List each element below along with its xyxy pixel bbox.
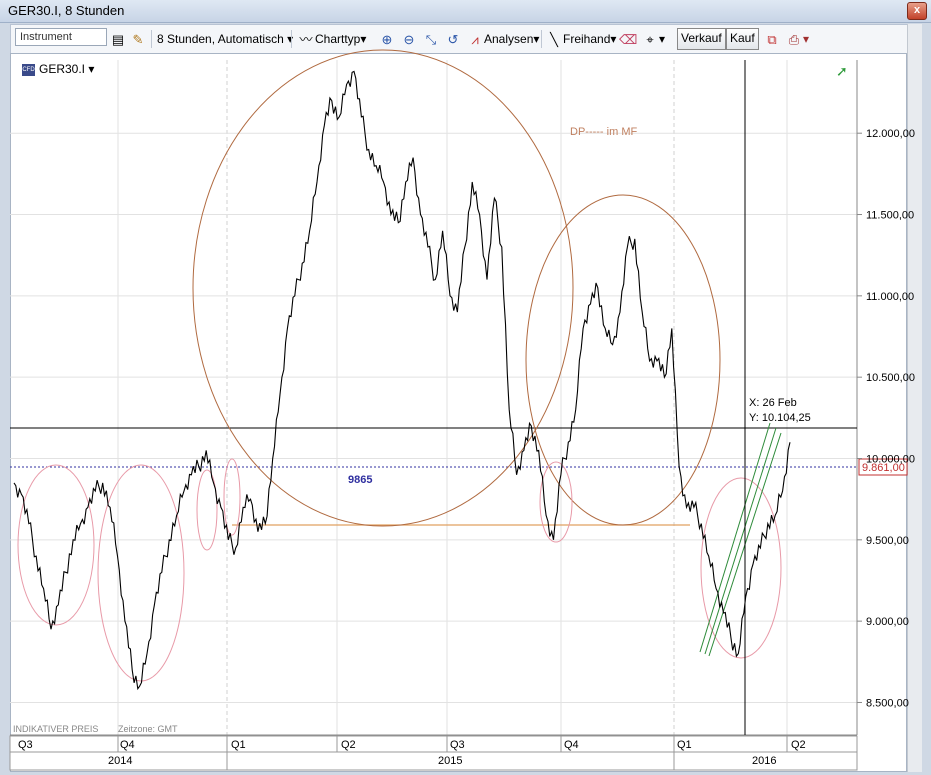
- reset-icon[interactable]: ↺: [444, 29, 462, 49]
- chart-toolbar: Instrument ▤ ✎ 8 Stunden, Automatisch ▾ …: [10, 24, 909, 54]
- symbol-label: GER30.I: [39, 62, 86, 76]
- analyses-icon: ⩘: [471, 31, 479, 47]
- zoom-out-icon[interactable]: ⊖: [400, 29, 418, 49]
- pen-line-icon: ╲: [550, 31, 558, 47]
- cfd-icon: CFD: [22, 63, 35, 76]
- chevron-down-icon: ▾: [533, 32, 540, 46]
- separator: [541, 30, 542, 48]
- fit-icon[interactable]: ⤡: [422, 29, 440, 49]
- crosshair-icon: ⌖: [646, 31, 654, 47]
- chart-settings-icon[interactable]: ⧉: [763, 29, 781, 49]
- timeframe-label: 8 Stunden,: [157, 32, 216, 46]
- line-chart-icon: 〰: [299, 31, 313, 47]
- chart-panel: [10, 53, 907, 772]
- close-button[interactable]: x: [907, 2, 927, 20]
- chevron-down-icon: ▾: [659, 32, 666, 46]
- chevron-down-icon: ▾: [360, 32, 367, 46]
- print-icon[interactable]: ⎙ ▾: [785, 29, 809, 49]
- freehand-label: Freihand: [563, 32, 611, 46]
- freehand-dropdown[interactable]: ╲ Freihand▾: [545, 29, 616, 49]
- chevron-down-icon: ▾: [88, 62, 95, 76]
- indicator-icon[interactable]: ✎: [129, 29, 147, 49]
- eraser-icon[interactable]: ⌫: [619, 29, 637, 49]
- separator: [291, 30, 292, 48]
- chevron-down-icon: ▾: [610, 32, 617, 46]
- timeframe-dropdown[interactable]: 8 Stunden, Automatisch ▾: [157, 29, 293, 49]
- scrollbar[interactable]: [907, 24, 922, 772]
- symbol-selector[interactable]: CFD GER30.I ▾: [22, 62, 94, 76]
- sell-button[interactable]: Verkauf: [677, 28, 726, 50]
- chevron-down-icon: ▾: [803, 32, 810, 46]
- zoom-in-icon[interactable]: ⊕: [378, 29, 396, 49]
- instrument-input[interactable]: Instrument: [15, 28, 107, 46]
- charttype-dropdown[interactable]: 〰 Charttyp▾: [297, 29, 366, 49]
- analyses-dropdown[interactable]: ⩘ Analysen▾: [466, 29, 539, 49]
- separator: [151, 30, 152, 48]
- window-title: GER30.I, 8 Stunden: [8, 3, 125, 18]
- crosshair-dropdown[interactable]: ⌖ ▾: [641, 29, 665, 49]
- instrument-list-icon[interactable]: ▤: [109, 29, 127, 49]
- charttype-label: Charttyp: [315, 32, 361, 46]
- window-titlebar: GER30.I, 8 Stunden x: [0, 0, 931, 23]
- mode-label: Automatisch: [217, 32, 284, 46]
- analyses-label: Analysen: [484, 32, 534, 46]
- buy-button[interactable]: Kauf: [726, 28, 759, 50]
